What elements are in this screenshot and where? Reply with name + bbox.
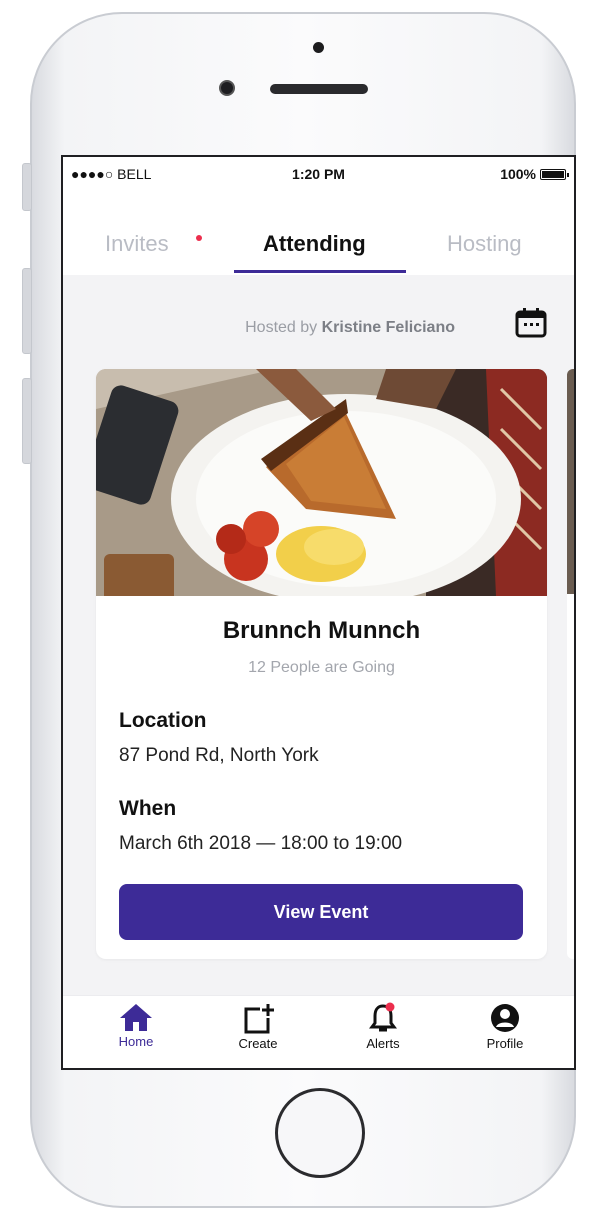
- next-event-card-peek[interactable]: [567, 369, 574, 959]
- profile-icon: [491, 1004, 519, 1032]
- tab-create-label: Create: [238, 1036, 278, 1051]
- tab-create[interactable]: Create: [218, 1002, 298, 1051]
- clock: 1:20 PM: [292, 166, 345, 182]
- tab-invites[interactable]: Invites: [105, 231, 169, 257]
- front-camera: [219, 80, 235, 96]
- home-icon: [120, 1004, 152, 1031]
- battery-percent: 100%: [500, 166, 536, 182]
- app-screen: ●●●●○ BELL 1:20 PM 100% Invites Attendin…: [61, 155, 576, 1070]
- bell-icon: [369, 1002, 397, 1032]
- status-bar: ●●●●○ BELL 1:20 PM 100%: [63, 157, 574, 193]
- host-name: Kristine Feliciano: [321, 319, 455, 336]
- attendee-count: 12 People are Going: [248, 659, 395, 676]
- earpiece-speaker: [270, 84, 368, 94]
- event-title: Brunnch Munnch: [222, 617, 421, 644]
- tab-home[interactable]: Home: [96, 1002, 176, 1049]
- bottom-tab-bar: Home Create Alerts Profile: [63, 995, 574, 1068]
- create-icon: [244, 1004, 274, 1034]
- when-value: March 6th 2018 — 18:00 to 19:00: [119, 833, 403, 854]
- event-card: Brunnch Munnch 12 People are Going Locat…: [96, 369, 547, 959]
- location-label: Location: [119, 709, 207, 732]
- calendar-icon[interactable]: [514, 305, 548, 339]
- view-event-button[interactable]: View Event: [119, 884, 523, 940]
- tab-alerts-label: Alerts: [366, 1036, 400, 1051]
- invites-notification-dot: [196, 235, 202, 241]
- tab-hosting[interactable]: Hosting: [447, 231, 522, 257]
- battery-icon: [540, 168, 569, 180]
- top-tabs: Invites Attending Hosting: [63, 193, 574, 275]
- volume-up-button: [22, 268, 32, 354]
- hosted-by-prefix: Hosted by: [245, 319, 318, 336]
- battery-status: 100%: [500, 166, 569, 182]
- tab-attending[interactable]: Attending: [263, 231, 366, 257]
- mute-switch: [22, 163, 32, 211]
- proximity-sensor: [313, 42, 324, 53]
- home-hardware-button[interactable]: [275, 1088, 365, 1178]
- volume-down-button: [22, 378, 32, 464]
- hosted-by: Hosted by Kristine Feliciano: [63, 319, 555, 337]
- tab-alerts[interactable]: Alerts: [343, 1002, 423, 1051]
- tab-profile-label: Profile: [486, 1036, 524, 1051]
- tab-home-label: Home: [118, 1034, 154, 1049]
- active-tab-indicator: [234, 270, 406, 273]
- event-photo: [96, 369, 547, 596]
- tab-profile[interactable]: Profile: [465, 1002, 545, 1051]
- location-value: 87 Pond Rd, North York: [119, 745, 319, 766]
- when-label: When: [119, 797, 177, 820]
